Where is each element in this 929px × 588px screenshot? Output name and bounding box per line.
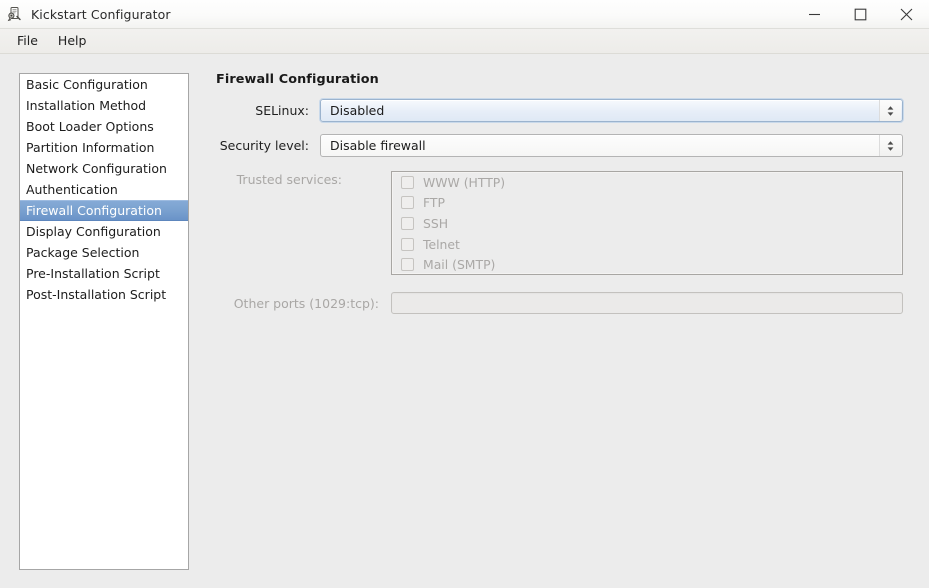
trusted-service-row[interactable]: SSH [392,213,902,234]
checkbox-label-ftp: FTP [423,195,445,211]
maximize-icon[interactable] [837,0,883,29]
sidebar-item-installation-method[interactable]: Installation Method [20,95,188,116]
close-icon[interactable] [883,0,929,29]
sidebar-item-partition-information[interactable]: Partition Information [20,137,188,158]
other-ports-label: Other ports (1029:tcp): [233,296,379,311]
chevron-updown-icon[interactable] [879,135,901,156]
configuration-section-list[interactable]: Basic Configuration Installation Method … [19,73,189,570]
menu-file[interactable]: File [7,31,48,51]
checkbox-ssh[interactable] [401,216,414,230]
titlebar: Kickstart Configurator [0,0,929,29]
sidebar-item-boot-loader-options[interactable]: Boot Loader Options [20,116,188,137]
selinux-label: SELinux: [255,103,309,118]
sidebar-item-pre-installation-script[interactable]: Pre-Installation Script [20,263,188,284]
trusted-service-row[interactable]: WWW (HTTP) [392,172,902,193]
trusted-services-group: WWW (HTTP) FTP SSH Telnet Mail (SMTP) [391,171,903,275]
selinux-row: SELinux: Disabled [207,98,904,123]
kickstart-app-icon [7,6,23,22]
checkbox-ftp[interactable] [401,196,414,210]
other-ports-input[interactable] [391,292,903,314]
menu-help[interactable]: Help [48,31,97,51]
trusted-service-row[interactable]: Mail (SMTP) [392,254,902,275]
trusted-services-label: Trusted services: [236,172,342,187]
kickstart-configurator-window: Kickstart Configurator File Help Basic C… [0,0,929,588]
checkbox-mail-smtp[interactable] [401,258,414,272]
selinux-value: Disabled [330,103,385,118]
checkbox-www-http[interactable] [401,175,414,189]
minimize-icon[interactable] [791,0,837,29]
checkbox-label-www-http: WWW (HTTP) [423,174,506,190]
page-title: Firewall Configuration [216,72,379,87]
security-level-combobox[interactable]: Disable firewall [320,134,903,157]
chevron-updown-icon[interactable] [879,100,901,121]
selinux-combobox[interactable]: Disabled [319,98,904,123]
checkbox-label-telnet: Telnet [423,236,460,252]
security-level-value: Disable firewall [330,138,426,153]
window-controls [791,0,929,29]
trusted-service-row[interactable]: FTP [392,193,902,214]
window-title: Kickstart Configurator [31,6,171,22]
checkbox-telnet[interactable] [401,237,414,251]
sidebar-item-post-installation-script[interactable]: Post-Installation Script [20,284,188,305]
checkbox-label-mail-smtp: Mail (SMTP) [423,257,496,273]
sidebar-item-authentication[interactable]: Authentication [20,179,188,200]
trusted-service-row[interactable]: Telnet [392,234,902,255]
sidebar-item-display-configuration[interactable]: Display Configuration [20,221,188,242]
sidebar-item-firewall-configuration[interactable]: Firewall Configuration [20,200,188,221]
sidebar-item-basic-configuration[interactable]: Basic Configuration [20,74,188,95]
security-level-row: Security level: Disable firewall [207,134,903,157]
sidebar-item-package-selection[interactable]: Package Selection [20,242,188,263]
sidebar-item-network-configuration[interactable]: Network Configuration [20,158,188,179]
security-level-label: Security level: [219,138,309,153]
firewall-configuration-panel: Firewall Configuration [207,72,913,87]
checkbox-label-ssh: SSH [423,215,449,231]
menubar: File Help [0,29,929,54]
